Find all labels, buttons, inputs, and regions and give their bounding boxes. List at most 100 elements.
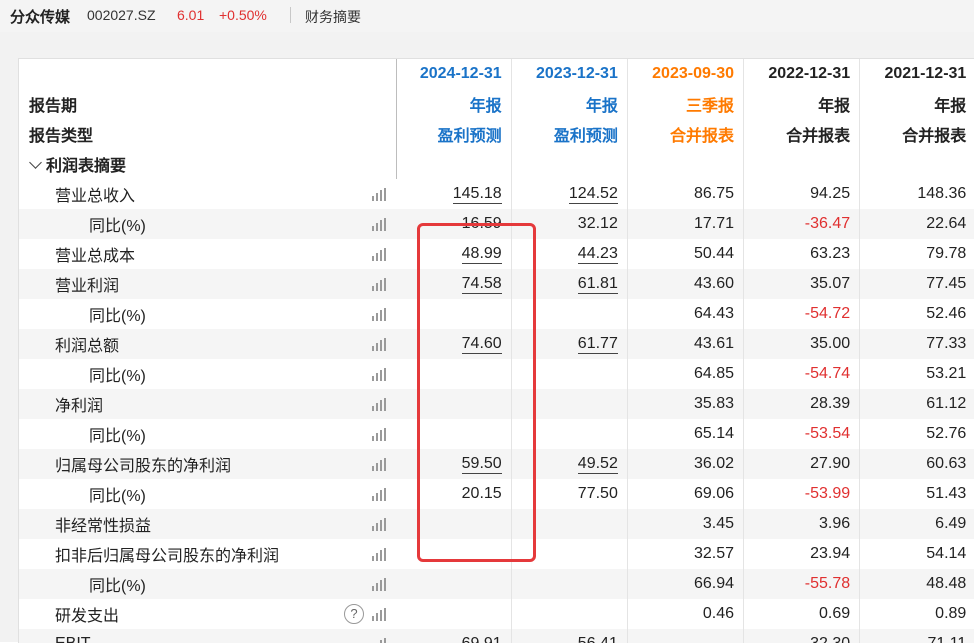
- table-row[interactable]: 非经常性损益 3.45 3.96 6.49: [19, 509, 974, 539]
- column-date[interactable]: 2022-12-31: [742, 59, 860, 89]
- bar-chart-icon[interactable]: [372, 368, 388, 381]
- bar-chart-icon[interactable]: [372, 518, 388, 531]
- cell-value: -36.47: [804, 215, 851, 232]
- cell-value[interactable]: 61.81: [577, 275, 618, 294]
- cell-value[interactable]: 74.58: [461, 275, 502, 294]
- value-cell: [396, 389, 512, 419]
- cell-value: 23.94: [810, 545, 851, 562]
- cell-value[interactable]: 145.18: [452, 185, 502, 204]
- cell-value[interactable]: 124.52: [568, 185, 618, 204]
- section-filler: [395, 149, 512, 179]
- table-row[interactable]: 营业总收入 145.18 124.52 86.75 94.25 148.36: [19, 179, 974, 209]
- value-cell: 77.50: [510, 479, 628, 509]
- cell-value[interactable]: 44.23: [577, 245, 618, 264]
- table-row[interactable]: EBIT69.9156.41 32.3071.11: [19, 629, 974, 643]
- bar-chart-icon[interactable]: [372, 458, 388, 471]
- value-cell: 69.91: [396, 629, 512, 643]
- column-date[interactable]: 2024-12-31: [395, 59, 512, 89]
- table-row[interactable]: 扣非后归属母公司股东的净利润 32.57 23.94 54.14: [19, 539, 974, 569]
- column-date[interactable]: 2023-12-31: [510, 59, 628, 89]
- cell-value[interactable]: 48.99: [461, 245, 502, 264]
- help-icon[interactable]: ?: [344, 604, 365, 624]
- bar-chart-icon[interactable]: [372, 608, 388, 621]
- cell-value[interactable]: 32.12: [578, 215, 618, 232]
- bar-chart-icon[interactable]: [372, 188, 388, 201]
- cell-value: 0.69: [819, 605, 851, 622]
- bar-chart-icon[interactable]: [372, 338, 388, 351]
- value-cell: [396, 359, 512, 389]
- row-label: 净利润: [55, 398, 104, 415]
- bar-chart-icon[interactable]: [372, 428, 388, 441]
- cell-value: 61.12: [926, 395, 967, 412]
- bar-chart-icon[interactable]: [372, 578, 388, 591]
- row-label-cell: 非经常性损益: [19, 509, 397, 539]
- cell-value: 77.33: [926, 335, 967, 352]
- bar-chart-icon[interactable]: [372, 308, 388, 321]
- bar-chart-icon[interactable]: [372, 278, 388, 291]
- value-cell: -36.47: [742, 209, 860, 239]
- title-bar: 分众传媒 002027.SZ 6.01 +0.50% 财务摘要: [0, 0, 974, 33]
- cell-value[interactable]: 20.15: [462, 485, 502, 502]
- value-cell: 61.81: [510, 269, 628, 299]
- value-cell: 74.60: [396, 329, 512, 359]
- section-row[interactable]: 利润表摘要: [19, 149, 974, 179]
- cell-value[interactable]: 77.50: [578, 485, 618, 502]
- bar-chart-icon[interactable]: [372, 398, 388, 411]
- financial-table-container[interactable]: 2024-12-31 2023-12-31 2023-09-30 2022-12-31…: [18, 58, 974, 643]
- value-cell: 64.43: [626, 299, 744, 329]
- bar-chart-icon[interactable]: [372, 218, 388, 231]
- bar-chart-icon[interactable]: [372, 488, 388, 501]
- table-row[interactable]: 同比(%) 16.59 32.12 17.71 -36.47 22.64: [19, 209, 974, 239]
- header-label-type: 报告类型: [19, 119, 397, 149]
- table-row[interactable]: 同比(%) 66.94 -55.78 48.48: [19, 569, 974, 599]
- cell-value[interactable]: 59.50: [461, 455, 502, 474]
- cell-value[interactable]: 74.60: [461, 335, 502, 354]
- cell-value: 43.60: [693, 275, 734, 292]
- table-row[interactable]: 净利润 35.83 28.39 61.12: [19, 389, 974, 419]
- header-row-date: 2024-12-31 2023-12-31 2023-09-30 2022-12-31…: [19, 59, 974, 89]
- table-row[interactable]: 同比(%) 20.15 77.50 69.06 -53.99 51.43: [19, 479, 974, 509]
- chevron-down-icon[interactable]: [29, 156, 42, 169]
- value-cell: [510, 359, 628, 389]
- row-label-cell: EBIT: [19, 629, 397, 643]
- bar-chart-icon[interactable]: [372, 638, 388, 643]
- table-row[interactable]: 研发支出? 0.46 0.69 0.89: [19, 599, 974, 629]
- column-period: 年报: [742, 89, 860, 119]
- row-label: 营业利润: [55, 278, 120, 295]
- value-cell: 86.75: [626, 179, 744, 209]
- tab-financial-summary[interactable]: 财务摘要: [305, 7, 361, 27]
- table-row[interactable]: 归属母公司股东的净利润 59.50 49.52 36.02 27.90 60.63: [19, 449, 974, 479]
- value-cell: -55.78: [742, 569, 860, 599]
- table-row[interactable]: 营业总成本 48.99 44.23 50.44 63.23 79.78: [19, 239, 974, 269]
- column-period: 年报: [510, 89, 628, 119]
- cell-value[interactable]: 16.59: [462, 215, 502, 232]
- value-cell: 20.15: [396, 479, 512, 509]
- column-date[interactable]: 2021-12-31: [859, 59, 974, 89]
- stock-code: 002027.SZ: [87, 7, 156, 23]
- value-cell: 54.14: [859, 539, 974, 569]
- table-row[interactable]: 营业利润 74.58 61.81 43.60 35.07 77.45: [19, 269, 974, 299]
- header-row-period: 报告期 年报 年报 三季报 年报 年报: [19, 89, 974, 119]
- table-row[interactable]: 同比(%) 64.85 -54.74 53.21: [19, 359, 974, 389]
- cell-value: 32.57: [693, 545, 734, 562]
- table-row[interactable]: 同比(%) 64.43 -54.72 52.46: [19, 299, 974, 329]
- section-toggle[interactable]: 利润表摘要: [19, 149, 397, 179]
- cell-value[interactable]: 49.52: [577, 455, 618, 474]
- cell-value: 63.23: [810, 245, 851, 262]
- row-label: 同比(%): [89, 428, 146, 445]
- column-date[interactable]: 2023-09-30: [626, 59, 744, 89]
- table-row[interactable]: 利润总额 74.60 61.77 43.61 35.00 77.33: [19, 329, 974, 359]
- cell-value: 35.83: [693, 395, 734, 412]
- row-label-cell: 扣非后归属母公司股东的净利润: [19, 539, 397, 569]
- cell-value[interactable]: 61.77: [577, 335, 618, 354]
- value-cell: 50.44: [626, 239, 744, 269]
- cell-value: 35.07: [810, 275, 851, 292]
- table-row[interactable]: 同比(%) 65.14 -53.54 52.76: [19, 419, 974, 449]
- bar-chart-icon[interactable]: [372, 248, 388, 261]
- divider: [290, 7, 291, 23]
- value-cell: 52.46: [859, 299, 974, 329]
- value-cell: 63.23: [742, 239, 860, 269]
- cell-value: 17.71: [693, 215, 734, 232]
- cell-value: 64.85: [693, 365, 734, 382]
- bar-chart-icon[interactable]: [372, 548, 388, 561]
